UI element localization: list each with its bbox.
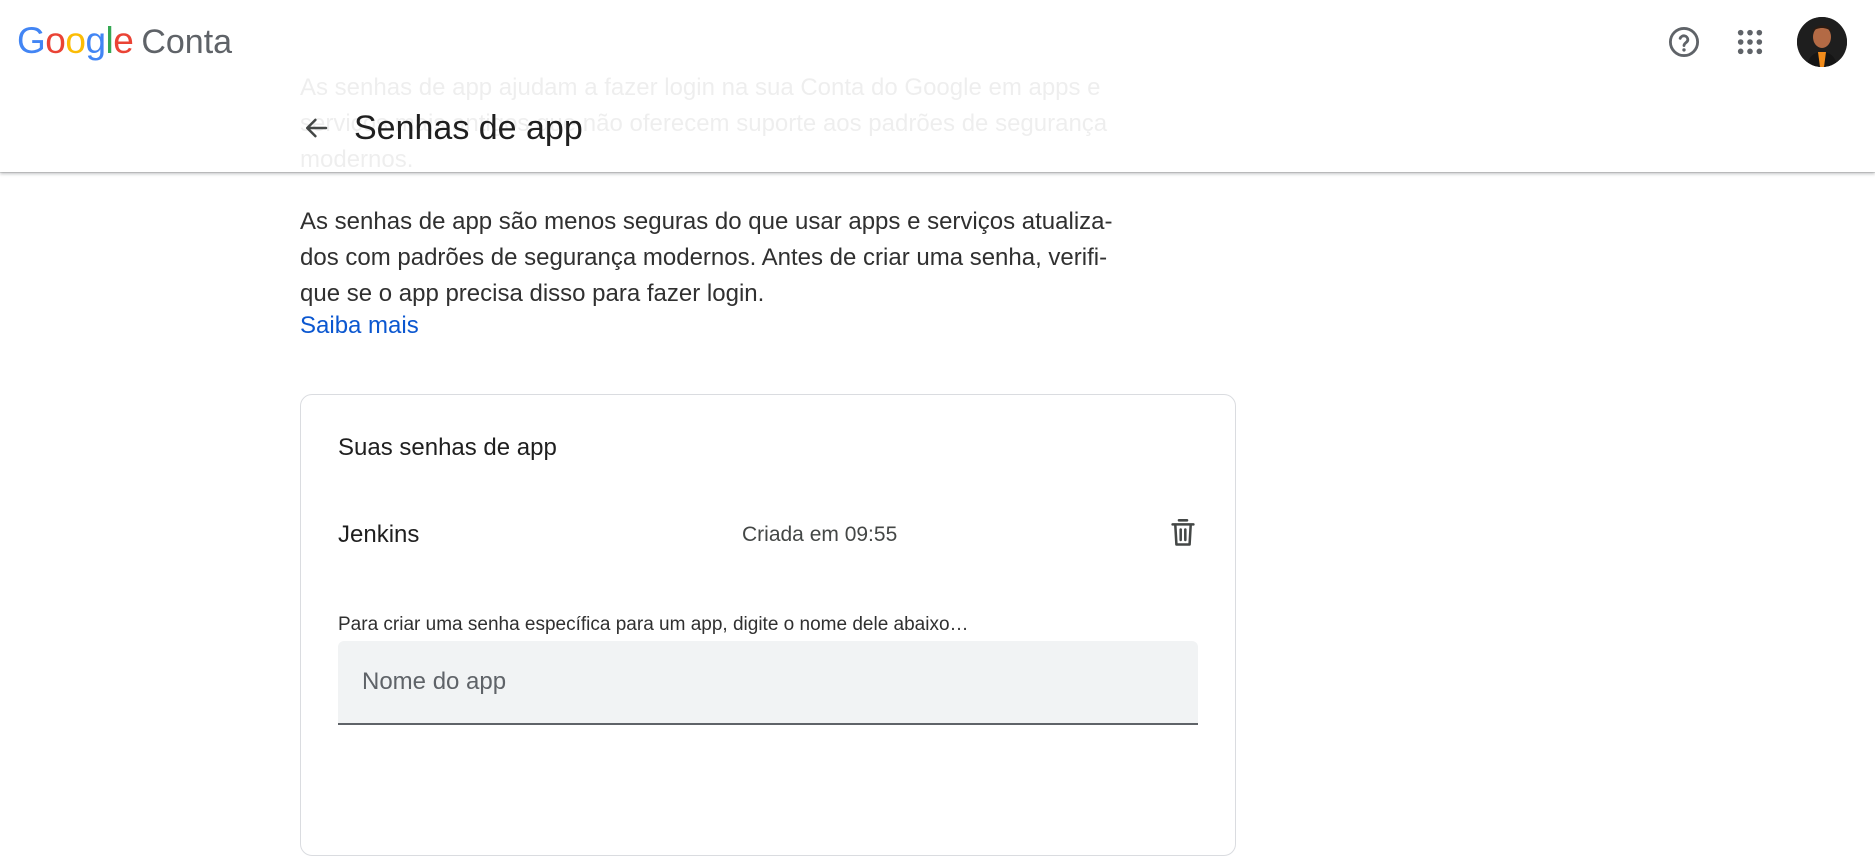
logo-letter: e [113, 20, 134, 61]
trash-icon [1171, 519, 1195, 546]
google-account-logo[interactable]: Google Conta [17, 20, 232, 62]
google-wordmark: Google [17, 20, 134, 62]
back-button[interactable] [296, 108, 336, 148]
arrow-back-icon [306, 118, 328, 138]
logo-letter: o [45, 20, 66, 61]
intro-text: As senhas de app são menos seguras do qu… [300, 208, 1113, 307]
app-name-input[interactable] [338, 641, 1198, 723]
help-button[interactable] [1662, 20, 1706, 64]
top-app-bar: Google Conta [0, 0, 1875, 172]
app-name-field[interactable] [338, 641, 1198, 725]
card-title: Suas senhas de app [338, 434, 557, 461]
logo-letter: g [85, 20, 106, 61]
app-password-name: Jenkins [338, 521, 420, 548]
logo-letter: l [105, 20, 114, 61]
apps-grid-icon [1737, 29, 1763, 55]
app-password-created: Criada em 09:55 [742, 523, 898, 546]
avatar-photo-icon [1797, 17, 1847, 67]
page-title: Senhas de app [354, 108, 583, 147]
logo-letter: G [17, 20, 46, 61]
delete-app-password-button[interactable] [1163, 513, 1203, 553]
help-circle-icon [1668, 26, 1700, 58]
learn-more-link[interactable]: Saiba mais [300, 312, 419, 340]
page-header: Senhas de app [296, 108, 583, 148]
account-avatar[interactable] [1797, 17, 1847, 67]
logo-letter: o [65, 20, 86, 61]
google-apps-button[interactable] [1728, 20, 1772, 64]
product-name: Conta [141, 23, 233, 61]
create-password-hint: Para criar uma senha específica para um … [338, 614, 969, 635]
app-passwords-card: Suas senhas de app Jenkins Criada em 09:… [300, 394, 1236, 856]
